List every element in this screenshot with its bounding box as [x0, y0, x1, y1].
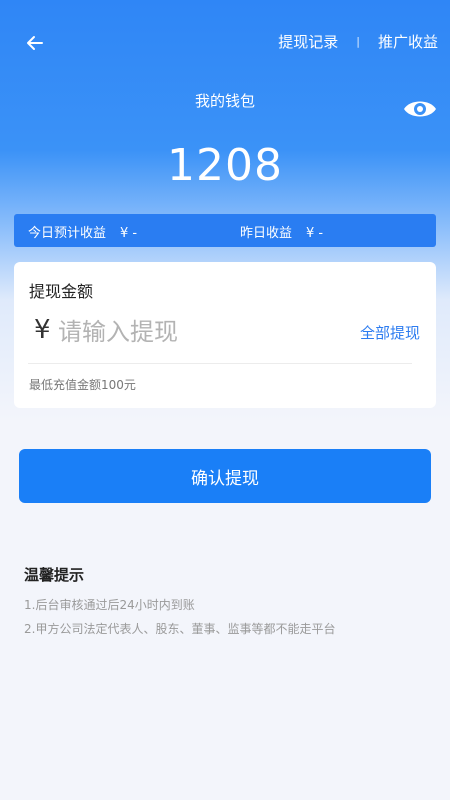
back-arrow-icon[interactable]: [22, 30, 48, 56]
top-links-separator: |: [356, 35, 360, 48]
earnings-strip: 今日预计收益 ¥ - 昨日收益 ¥ -: [14, 214, 436, 247]
confirm-withdraw-button[interactable]: 确认提现: [19, 449, 431, 503]
yesterday-earnings-label: 昨日收益: [240, 226, 293, 241]
today-earnings: 今日预计收益 ¥ -: [28, 222, 137, 241]
withdraw-amount-input[interactable]: [58, 314, 308, 350]
currency-symbol: ¥: [34, 315, 51, 345]
wallet-title: 我的钱包: [194, 92, 255, 110]
tip-item: 1.后台审核通过后24小时内到账: [24, 598, 195, 612]
today-earnings-value: ¥ -: [120, 226, 138, 241]
tip-item: 2.甲方公司法定代表人、股东、董事、监事等都不能走平台: [24, 622, 336, 636]
wallet-page: 提现记录 | 推广收益 我的钱包 1208 今日预计收益 ¥ - 昨日收益 ¥ - …: [0, 0, 450, 800]
minimum-amount-note: 最低充值金额100元: [29, 378, 136, 392]
yesterday-earnings-value: ¥ -: [306, 226, 324, 241]
eye-icon[interactable]: [402, 96, 438, 122]
withdraw-card: 提现金额 ¥ 全部提现 最低充值金额100元: [14, 262, 436, 408]
withdraw-all-button[interactable]: 全部提现: [360, 322, 420, 343]
wallet-balance: 1208: [167, 140, 283, 191]
withdraw-records-link[interactable]: 提现记录: [278, 31, 338, 52]
promo-earnings-link[interactable]: 推广收益: [378, 31, 438, 52]
tips-title: 温馨提示: [24, 566, 85, 584]
top-links: 提现记录 | 推广收益: [278, 31, 438, 52]
yesterday-earnings: 昨日收益 ¥ -: [240, 222, 323, 241]
today-earnings-label: 今日预计收益: [28, 226, 107, 241]
card-divider: [28, 363, 412, 364]
withdraw-amount-title: 提现金额: [29, 282, 94, 301]
top-bar: 提现记录 | 推广收益: [0, 0, 450, 86]
